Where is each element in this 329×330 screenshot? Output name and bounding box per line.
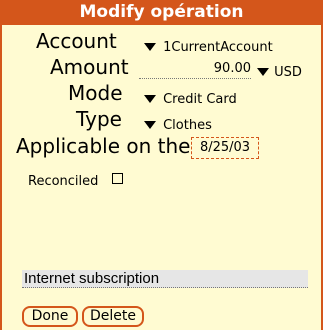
reconciled-checkbox[interactable]: [112, 173, 123, 184]
reconciled-row: Reconciled: [28, 170, 98, 189]
chevron-down-icon: [144, 42, 156, 51]
note-value: Internet subscription: [24, 270, 160, 287]
account-picker[interactable]: 1CurrentAccount: [144, 36, 273, 55]
currency-picker[interactable]: USD: [257, 61, 302, 80]
type-value: Clothes: [163, 118, 212, 133]
done-button[interactable]: Done: [22, 306, 78, 327]
chevron-down-icon: [257, 67, 269, 76]
note-field[interactable]: Internet subscription: [22, 270, 308, 288]
date-label: Applicable on the: [16, 134, 191, 158]
type-row: Type: [76, 107, 122, 131]
mode-row: Mode: [68, 81, 123, 105]
mode-value: Credit Card: [163, 92, 237, 107]
account-row: Account: [36, 29, 117, 53]
mode-picker[interactable]: Credit Card: [144, 88, 237, 107]
reconciled-label: Reconciled: [28, 174, 99, 189]
amount-label: Amount: [50, 55, 129, 79]
currency-value: USD: [274, 65, 302, 80]
account-label: Account: [36, 29, 117, 53]
mode-label: Mode: [68, 81, 123, 105]
delete-button[interactable]: Delete: [82, 306, 144, 327]
modify-operation-form: Modify opération Account 1CurrentAccount…: [0, 0, 323, 330]
date-value: 8/25/03: [199, 140, 251, 155]
amount-value: 90.00: [213, 61, 251, 76]
chevron-down-icon: [144, 120, 156, 129]
date-field[interactable]: 8/25/03: [191, 137, 259, 159]
form-title: Modify opération: [2, 0, 321, 25]
amount-row: Amount: [50, 55, 129, 79]
account-value: 1CurrentAccount: [163, 40, 273, 55]
date-row: Applicable on the: [16, 134, 190, 158]
type-picker[interactable]: Clothes: [144, 114, 212, 133]
type-label: Type: [76, 107, 122, 131]
chevron-down-icon: [144, 94, 156, 103]
amount-field[interactable]: 90.00: [139, 61, 251, 79]
